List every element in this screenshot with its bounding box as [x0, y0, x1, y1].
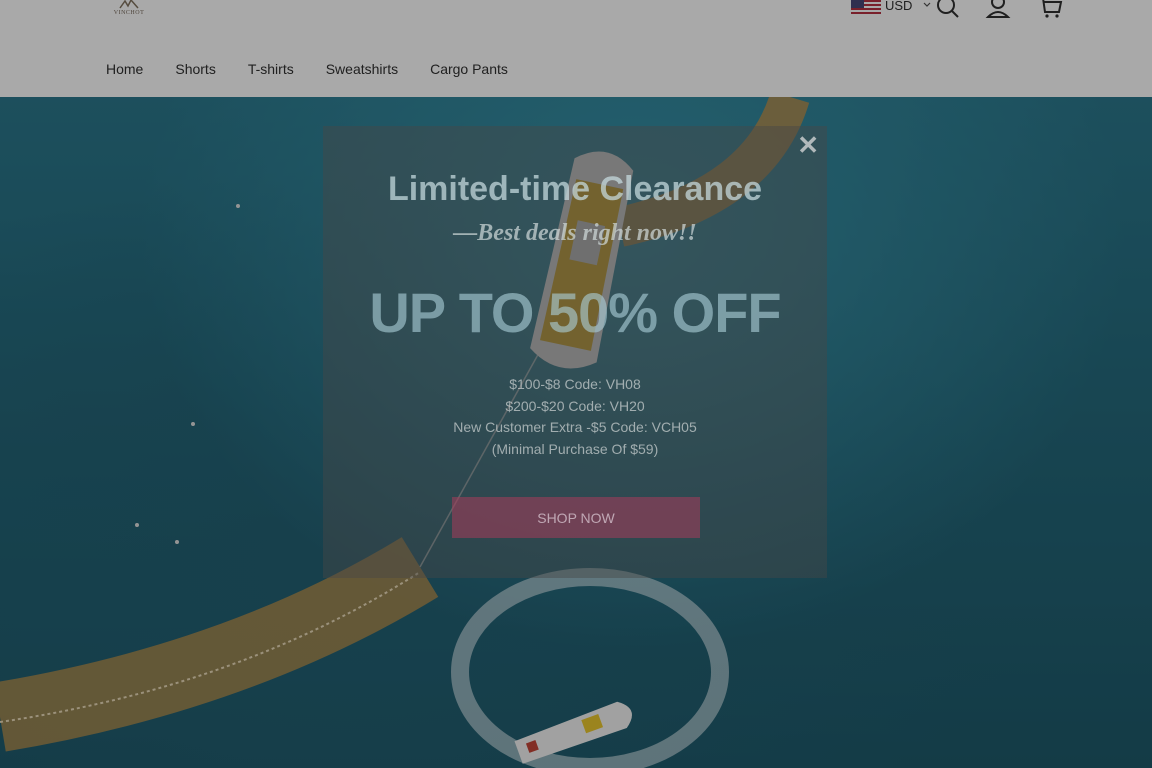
coupon-codes: $100-$8 Code: VH08 $200-$20 Code: VH20 N… [323, 374, 827, 460]
coupon-code-line: $100-$8 Code: VH08 [509, 376, 641, 392]
coupon-note: (Minimal Purchase Of $59) [491, 440, 659, 457]
popup-subtitle: —Best deals right now!! [453, 220, 697, 246]
popup-title: Limited-time Clearance [387, 170, 763, 208]
clearance-popup: ✕ Limited-time Clearance —Best deals rig… [323, 126, 827, 578]
shop-now-button[interactable]: SHOP NOW [452, 497, 700, 538]
coupon-code-line: $200-$20 Code: VH20 [505, 397, 645, 414]
coupon-code-line: New Customer Extra -$5 Code: VCH05 [453, 419, 697, 435]
close-icon[interactable]: ✕ [797, 130, 819, 161]
popup-headline: UP TO 50% OFF [369, 281, 781, 344]
